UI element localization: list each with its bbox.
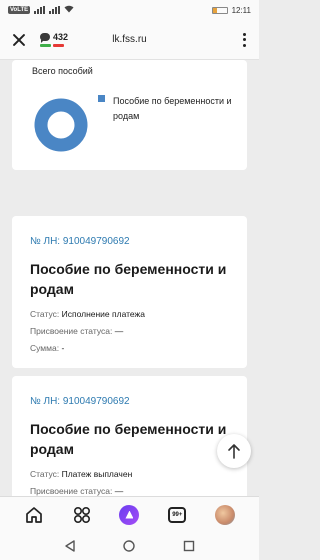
ln-number-link[interactable]: № ЛН: 910049790692	[30, 396, 229, 407]
arrow-up-icon	[228, 444, 240, 459]
back-icon[interactable]	[63, 539, 77, 553]
chart-legend: Пособие по беременности и родам	[98, 94, 233, 124]
legend-swatch	[98, 95, 105, 102]
rating-bar-negative	[53, 44, 64, 47]
recents-icon[interactable]	[182, 539, 196, 553]
battery-icon	[211, 6, 228, 14]
status-value: Исполнение платежа	[61, 309, 145, 319]
comments-count-row: 432	[40, 32, 69, 43]
rating-bar-positive	[40, 44, 51, 47]
home-icon	[26, 506, 42, 523]
assign-row: Присвоение статуса: —	[30, 486, 229, 496]
comments-rating-bar	[40, 44, 64, 47]
signal-icon-2	[49, 6, 61, 14]
comments-count: 432	[53, 32, 69, 42]
close-icon[interactable]	[10, 31, 28, 49]
status-row: Статус: Исполнение платежа	[30, 309, 229, 320]
assign-value: —	[114, 486, 124, 496]
chart-title: Всего пособий	[32, 66, 93, 76]
status-left: VoLTE	[8, 5, 74, 15]
clock: 12:11	[231, 5, 251, 15]
browser-bottom-nav: 99+	[0, 496, 259, 532]
system-nav-bar	[0, 532, 259, 560]
status-bar: VoLTE 12:11	[0, 0, 259, 20]
scroll-top-button[interactable]	[217, 434, 251, 468]
benefit-card[interactable]: № ЛН: 910049790692 Пособие по беременнос…	[12, 216, 247, 368]
wifi-icon	[64, 5, 74, 15]
grid-icon	[73, 506, 90, 523]
donut-chart	[34, 98, 88, 152]
benefit-card[interactable]: № ЛН: 910049790692 Пособие по беременнос…	[12, 376, 247, 496]
home-button[interactable]	[20, 501, 48, 529]
assistant-button[interactable]	[115, 501, 143, 529]
sum-row: Сумма: -	[30, 343, 229, 354]
status-row: Статус: Платеж выплачен	[30, 469, 229, 480]
status-label: Статус:	[30, 309, 60, 319]
assign-label: Присвоение статуса:	[30, 486, 113, 496]
status-label: Статус:	[30, 469, 60, 479]
comment-bubble-icon	[40, 33, 50, 43]
assign-label: Присвоение статуса:	[30, 326, 113, 336]
url-label[interactable]: lk.fss.ru	[0, 34, 259, 45]
legend-label: Пособие по беременности и родам	[113, 96, 232, 121]
tabs-button[interactable]: 99+	[163, 501, 191, 529]
tabs-icon: 99+	[168, 506, 187, 523]
more-vertical-icon[interactable]	[239, 32, 249, 48]
status-right: 12:11	[211, 5, 251, 15]
sum-value: -	[61, 343, 65, 353]
home-circle-icon[interactable]	[122, 539, 136, 553]
benefits-summary-card: Всего пособий Пособие по беременности и …	[12, 60, 247, 170]
profile-button[interactable]	[211, 501, 239, 529]
ln-number-link[interactable]: № ЛН: 910049790692	[30, 236, 229, 247]
services-button[interactable]	[68, 501, 96, 529]
benefit-title: Пособие по беременности и родам	[30, 421, 227, 457]
benefit-title: Пособие по беременности и родам	[30, 261, 227, 297]
comments-button[interactable]: 432	[40, 32, 68, 47]
assign-row: Присвоение статуса: —	[30, 326, 229, 337]
signal-icon	[34, 6, 46, 14]
assign-value: —	[114, 326, 124, 336]
donut-slice-0	[34, 98, 88, 152]
sum-label: Сумма:	[30, 343, 60, 353]
browser-toolbar: 432 lk.fss.ru	[0, 20, 259, 60]
status-value: Платеж выплачен	[61, 469, 133, 479]
alice-icon	[119, 504, 140, 525]
avatar	[215, 504, 236, 525]
page-content[interactable]: Всего пособий Пособие по беременности и …	[0, 60, 259, 496]
volte-badge: VoLTE	[8, 6, 31, 14]
